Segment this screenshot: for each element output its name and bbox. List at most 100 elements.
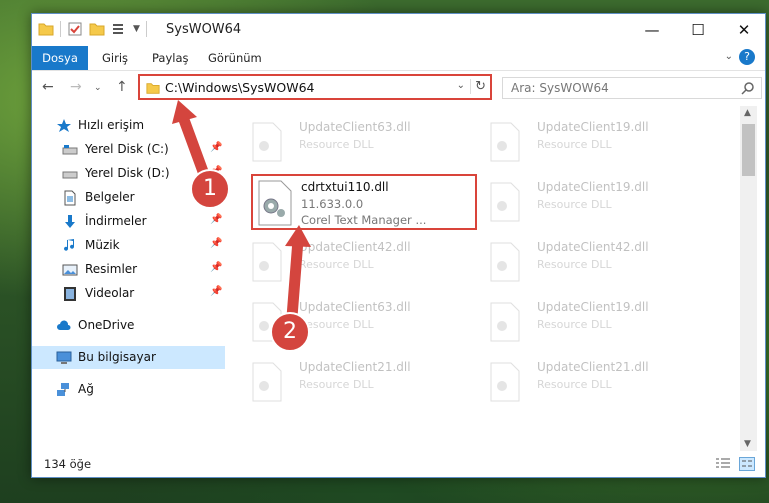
back-arrow-icon[interactable]: ← — [42, 79, 54, 95]
star-icon — [57, 119, 71, 132]
navigation-bar: ← → ⌄ ↑ C:\Windows\SysWOW64 ⌄ ↻ Ara: Sys… — [32, 71, 765, 105]
selected-file-tile[interactable]: cdrtxtui110.dll 11.633.0.0 Corel Text Ma… — [251, 174, 477, 230]
file-name: UpdateClient42.dll — [537, 240, 649, 254]
details-view-icon[interactable] — [715, 457, 731, 471]
pin-icon: 📌 — [210, 286, 223, 297]
pin-icon: 📌 — [210, 238, 223, 249]
search-icon[interactable] — [741, 81, 755, 95]
file-explorer-window: ▼ SysWOW64 — ☐ ✕ Dosya Giriş Paylaş Görü… — [31, 13, 766, 478]
tab-giris[interactable]: Giriş — [102, 46, 128, 70]
file-tile[interactable]: UpdateClient42.dll Resource DLL — [228, 234, 458, 290]
window-title: SysWOW64 — [166, 22, 242, 37]
dll-file-icon — [490, 302, 520, 342]
dll-file-icon — [490, 242, 520, 282]
sidebar-item-music[interactable]: Müzik 📌 — [32, 234, 225, 257]
file-name: cdrtxtui110.dll — [301, 180, 389, 194]
navigation-pane: Hızlı erişim Yerel Disk (C:) 📌 Yerel Dis… — [32, 106, 227, 451]
file-desc: Resource DLL — [537, 378, 612, 391]
pictures-icon — [62, 264, 78, 276]
sidebar-item-label: Müzik — [85, 238, 120, 252]
file-name: UpdateClient19.dll — [537, 180, 649, 194]
file-name: UpdateClient63.dll — [299, 120, 411, 134]
scroll-up-icon[interactable]: ▲ — [744, 108, 751, 118]
dll-file-icon — [490, 122, 520, 162]
computer-icon — [56, 351, 72, 364]
download-icon — [65, 215, 75, 228]
file-list: UpdateClient63.dll Resource DLL UpdateCl… — [228, 106, 740, 451]
dll-file-icon — [252, 122, 282, 162]
address-path[interactable]: C:\Windows\SysWOW64 — [165, 80, 314, 95]
search-placeholder[interactable]: Ara: SysWOW64 — [511, 81, 609, 95]
up-arrow-icon[interactable]: ↑ — [116, 79, 128, 95]
tab-gorunum[interactable]: Görünüm — [208, 46, 262, 70]
maximize-button[interactable]: ☐ — [675, 14, 721, 46]
dll-file-icon — [490, 362, 520, 402]
pin-icon: 📌 — [210, 142, 223, 153]
expand-ribbon-icon[interactable]: ⌄ — [725, 51, 733, 62]
sidebar-item-label: İndirmeler — [85, 214, 147, 228]
scroll-thumb[interactable] — [742, 124, 755, 176]
music-icon — [64, 239, 74, 251]
file-tile[interactable]: UpdateClient63.dll Resource DLL — [228, 294, 458, 350]
forward-arrow-icon[interactable]: → — [70, 79, 82, 95]
sidebar-item-pictures[interactable]: Resimler 📌 — [32, 258, 225, 281]
refresh-icon[interactable]: ↻ — [470, 79, 486, 94]
title-bar: ▼ SysWOW64 — ☐ ✕ — [32, 14, 765, 46]
file-version: 11.633.0.0 — [301, 197, 364, 211]
new-folder-icon[interactable] — [89, 21, 105, 37]
file-tile[interactable]: UpdateClient21.dll Resource DLL — [228, 354, 458, 410]
sidebar-item-videos[interactable]: Videolar 📌 — [32, 282, 225, 305]
qat-dropdown-icon[interactable]: ▼ — [133, 24, 140, 34]
toolbar-divider — [145, 21, 147, 37]
sidebar-item-downloads[interactable]: İndirmeler 📌 — [32, 210, 225, 233]
drive-icon — [62, 145, 78, 155]
dll-file-icon — [490, 182, 520, 222]
pin-icon: 📌 — [210, 262, 223, 273]
tab-paylas[interactable]: Paylaş — [152, 46, 189, 70]
tiles-view-icon[interactable] — [739, 457, 755, 471]
scroll-down-icon[interactable]: ▼ — [744, 439, 751, 449]
file-desc: Resource DLL — [537, 198, 612, 211]
sidebar-item-this-pc[interactable]: Bu bilgisayar — [32, 346, 225, 369]
sidebar-item-label: Resimler — [85, 262, 138, 276]
step-badge-2: 2 — [270, 312, 310, 352]
file-name: UpdateClient63.dll — [299, 300, 411, 314]
sidebar-item-network[interactable]: Ağ — [32, 378, 225, 401]
folder-icon — [38, 23, 54, 36]
sidebar-item-disk-c[interactable]: Yerel Disk (C:) 📌 — [32, 138, 225, 161]
customize-icon[interactable] — [111, 21, 127, 37]
search-box[interactable]: Ara: SysWOW64 — [502, 77, 762, 99]
help-icon[interactable]: ? — [739, 49, 755, 65]
file-description: Corel Text Manager ... — [301, 213, 427, 227]
file-name: UpdateClient21.dll — [299, 360, 411, 374]
dll-file-icon — [252, 242, 282, 282]
sidebar-item-label: OneDrive — [78, 318, 135, 332]
sidebar-item-label: Hızlı erişim — [78, 118, 145, 132]
vertical-scrollbar[interactable]: ▲ ▼ — [740, 106, 757, 451]
item-count: 134 öğe — [44, 457, 92, 471]
dll-file-icon — [252, 362, 282, 402]
address-bar[interactable]: C:\Windows\SysWOW64 ⌄ ↻ — [138, 74, 492, 100]
sidebar-item-quick-access[interactable]: Hızlı erişim — [32, 114, 225, 137]
file-tile[interactable]: UpdateClient19.dll Resource DLL — [466, 294, 696, 350]
document-icon — [64, 190, 76, 206]
sidebar-item-onedrive[interactable]: OneDrive — [32, 314, 225, 337]
file-desc: Resource DLL — [537, 258, 612, 271]
recent-dropdown-icon[interactable]: ⌄ — [94, 83, 102, 93]
network-icon — [57, 383, 69, 396]
file-tile[interactable]: UpdateClient19.dll Resource DLL — [466, 174, 696, 230]
properties-icon[interactable] — [67, 21, 83, 37]
sidebar-item-label: Yerel Disk (D:) — [85, 166, 170, 180]
close-button[interactable]: ✕ — [721, 14, 767, 46]
file-tile[interactable]: UpdateClient19.dll Resource DLL — [466, 114, 696, 170]
file-tile[interactable]: UpdateClient42.dll Resource DLL — [466, 234, 696, 290]
address-dropdown-icon[interactable]: ⌄ — [457, 80, 465, 91]
quick-access-toolbar: ▼ — [38, 21, 147, 37]
pin-icon: 📌 — [210, 214, 223, 225]
file-tile[interactable]: UpdateClient21.dll Resource DLL — [466, 354, 696, 410]
sidebar-item-label: Ağ — [78, 382, 94, 396]
minimize-button[interactable]: — — [629, 14, 675, 46]
file-tile[interactable]: UpdateClient63.dll Resource DLL — [228, 114, 458, 170]
file-name: UpdateClient19.dll — [537, 300, 649, 314]
tab-dosya[interactable]: Dosya — [32, 46, 88, 70]
